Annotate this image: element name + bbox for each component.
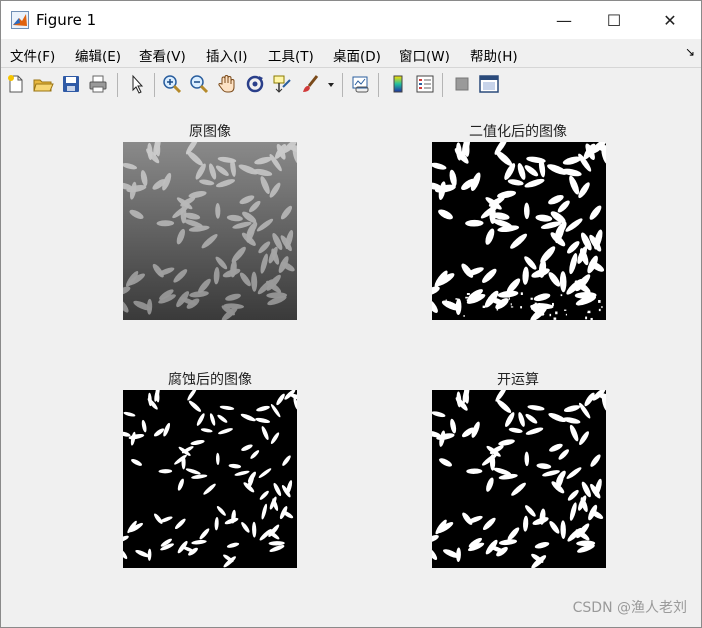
noise-speck xyxy=(520,306,523,309)
noise-speck xyxy=(564,309,567,311)
noise-speck xyxy=(540,311,542,315)
noise-speck xyxy=(510,306,514,308)
noise-speck xyxy=(598,300,601,303)
data-cursor-icon[interactable] xyxy=(271,73,293,95)
figure-window: Figure 1 — ☐ ✕ 文件(F) 编辑(E) 查看(V) 插入(I) 工… xyxy=(0,0,702,628)
show-plot-tools-icon[interactable] xyxy=(478,73,500,95)
subplot-title-opened: 开运算 xyxy=(497,372,539,388)
noise-speck xyxy=(449,301,451,304)
binarized-image xyxy=(432,142,606,320)
noise-speck xyxy=(534,302,537,306)
noise-speck xyxy=(565,313,568,316)
image-axes-eroded[interactable] xyxy=(123,390,297,568)
rotate-3d-icon[interactable] xyxy=(244,73,266,95)
hide-plot-tools-icon[interactable] xyxy=(451,73,473,95)
close-button[interactable]: ✕ xyxy=(647,1,693,39)
image-axes-binarized[interactable] xyxy=(432,142,606,320)
noise-speck xyxy=(577,302,580,306)
image-axes-opened[interactable] xyxy=(432,390,606,568)
subplot-title-binarized: 二值化后的图像 xyxy=(469,124,567,140)
title-bar[interactable]: Figure 1 — ☐ ✕ xyxy=(1,1,701,39)
menu-window[interactable]: 窗口(W) xyxy=(399,45,450,65)
legend-icon[interactable] xyxy=(414,73,436,95)
brush-dropdown-icon[interactable] xyxy=(325,73,337,95)
new-figure-icon[interactable] xyxy=(5,73,27,95)
menu-dock-arrow-icon[interactable]: ↘ xyxy=(685,45,695,59)
noise-speck xyxy=(555,311,558,315)
noise-speck xyxy=(496,309,499,311)
noise-speck xyxy=(538,302,541,305)
menu-help[interactable]: 帮助(H) xyxy=(470,45,518,65)
noise-speck xyxy=(560,294,563,297)
close-icon: ✕ xyxy=(663,10,677,30)
maximize-icon: ☐ xyxy=(606,10,622,30)
noise-speck xyxy=(481,295,485,298)
open-file-icon[interactable] xyxy=(32,73,54,95)
noise-speck xyxy=(549,313,552,317)
noise-speck xyxy=(508,295,512,297)
image-axes-original[interactable] xyxy=(123,142,297,320)
menu-desktop[interactable]: 桌面(D) xyxy=(333,45,381,65)
pan-hand-icon[interactable] xyxy=(216,73,238,95)
menu-tools[interactable]: 工具(T) xyxy=(268,45,314,65)
noise-speck xyxy=(455,298,458,300)
minimize-icon: — xyxy=(556,10,572,30)
toolbar-separator xyxy=(117,73,118,97)
noise-speck xyxy=(465,296,468,299)
select-arrow-icon[interactable] xyxy=(126,73,148,95)
figure-toolbar xyxy=(1,67,701,103)
subplot-title-original: 原图像 xyxy=(189,124,231,140)
watermark: CSDN @渔人老刘 xyxy=(572,600,687,616)
menu-bar: 文件(F) 编辑(E) 查看(V) 插入(I) 工具(T) 桌面(D) 窗口(W… xyxy=(1,39,701,67)
toolbar-separator xyxy=(342,73,343,97)
eroded-image xyxy=(123,390,297,568)
subplot-title-eroded: 腐蚀后的图像 xyxy=(168,372,252,388)
image-background xyxy=(123,390,297,568)
noise-speck xyxy=(510,303,512,306)
colorbar-icon[interactable] xyxy=(387,73,409,95)
noise-speck xyxy=(509,292,513,295)
noise-speck xyxy=(446,305,448,307)
noise-speck xyxy=(553,317,557,320)
link-plot-icon[interactable] xyxy=(350,73,372,95)
noise-speck xyxy=(463,315,465,317)
brush-icon[interactable] xyxy=(299,73,321,95)
noise-speck xyxy=(445,299,447,303)
noise-speck xyxy=(601,306,603,309)
figure-canvas: 原图像 二值化后的图像 腐蚀后的图像 开运算 CSDN @渔人老刘 xyxy=(1,102,701,627)
noise-speck xyxy=(466,293,470,295)
noise-speck xyxy=(590,317,593,320)
window-title: Figure 1 xyxy=(36,11,97,29)
menu-view[interactable]: 查看(V) xyxy=(139,45,186,65)
maximize-button[interactable]: ☐ xyxy=(591,1,637,39)
noise-speck xyxy=(482,305,486,309)
noise-speck xyxy=(520,292,523,295)
save-icon[interactable] xyxy=(60,73,82,95)
matlab-logo-icon xyxy=(11,11,29,29)
menu-file[interactable]: 文件(F) xyxy=(10,45,55,65)
zoom-out-icon[interactable] xyxy=(188,73,210,95)
menu-insert[interactable]: 插入(I) xyxy=(206,45,248,65)
toolbar-separator xyxy=(154,73,155,97)
noise-speck xyxy=(567,292,569,295)
original-grayscale-image xyxy=(123,142,297,320)
opened-image xyxy=(432,390,606,568)
noise-speck xyxy=(466,299,469,302)
noise-speck xyxy=(530,297,533,300)
print-icon[interactable] xyxy=(87,73,109,95)
menu-edit[interactable]: 编辑(E) xyxy=(75,45,121,65)
minimize-button[interactable]: — xyxy=(541,1,587,39)
toolbar-separator xyxy=(378,73,379,97)
noise-speck xyxy=(531,308,533,310)
noise-speck xyxy=(508,297,510,300)
noise-speck xyxy=(551,302,554,306)
noise-speck xyxy=(587,310,591,314)
noise-speck xyxy=(513,292,516,294)
noise-speck xyxy=(598,308,601,312)
zoom-in-icon[interactable] xyxy=(161,73,183,95)
noise-speck xyxy=(585,316,588,320)
toolbar-separator xyxy=(442,73,443,97)
